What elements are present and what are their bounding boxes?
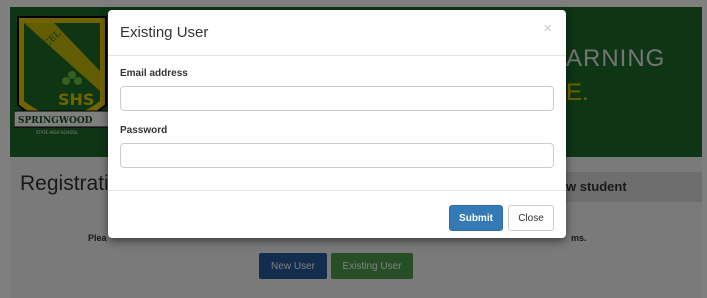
modal-title: Existing User <box>120 24 209 41</box>
close-icon[interactable]: × <box>543 20 552 37</box>
email-field[interactable] <box>120 86 554 111</box>
modal-header: Existing User × <box>108 10 566 56</box>
password-label: Password <box>120 125 168 136</box>
password-field[interactable] <box>120 143 554 168</box>
submit-button[interactable]: Submit <box>449 205 503 231</box>
close-button[interactable]: Close <box>508 205 554 231</box>
existing-user-modal: Existing User × Email address Password <box>108 10 566 238</box>
email-label: Email address <box>120 68 188 79</box>
